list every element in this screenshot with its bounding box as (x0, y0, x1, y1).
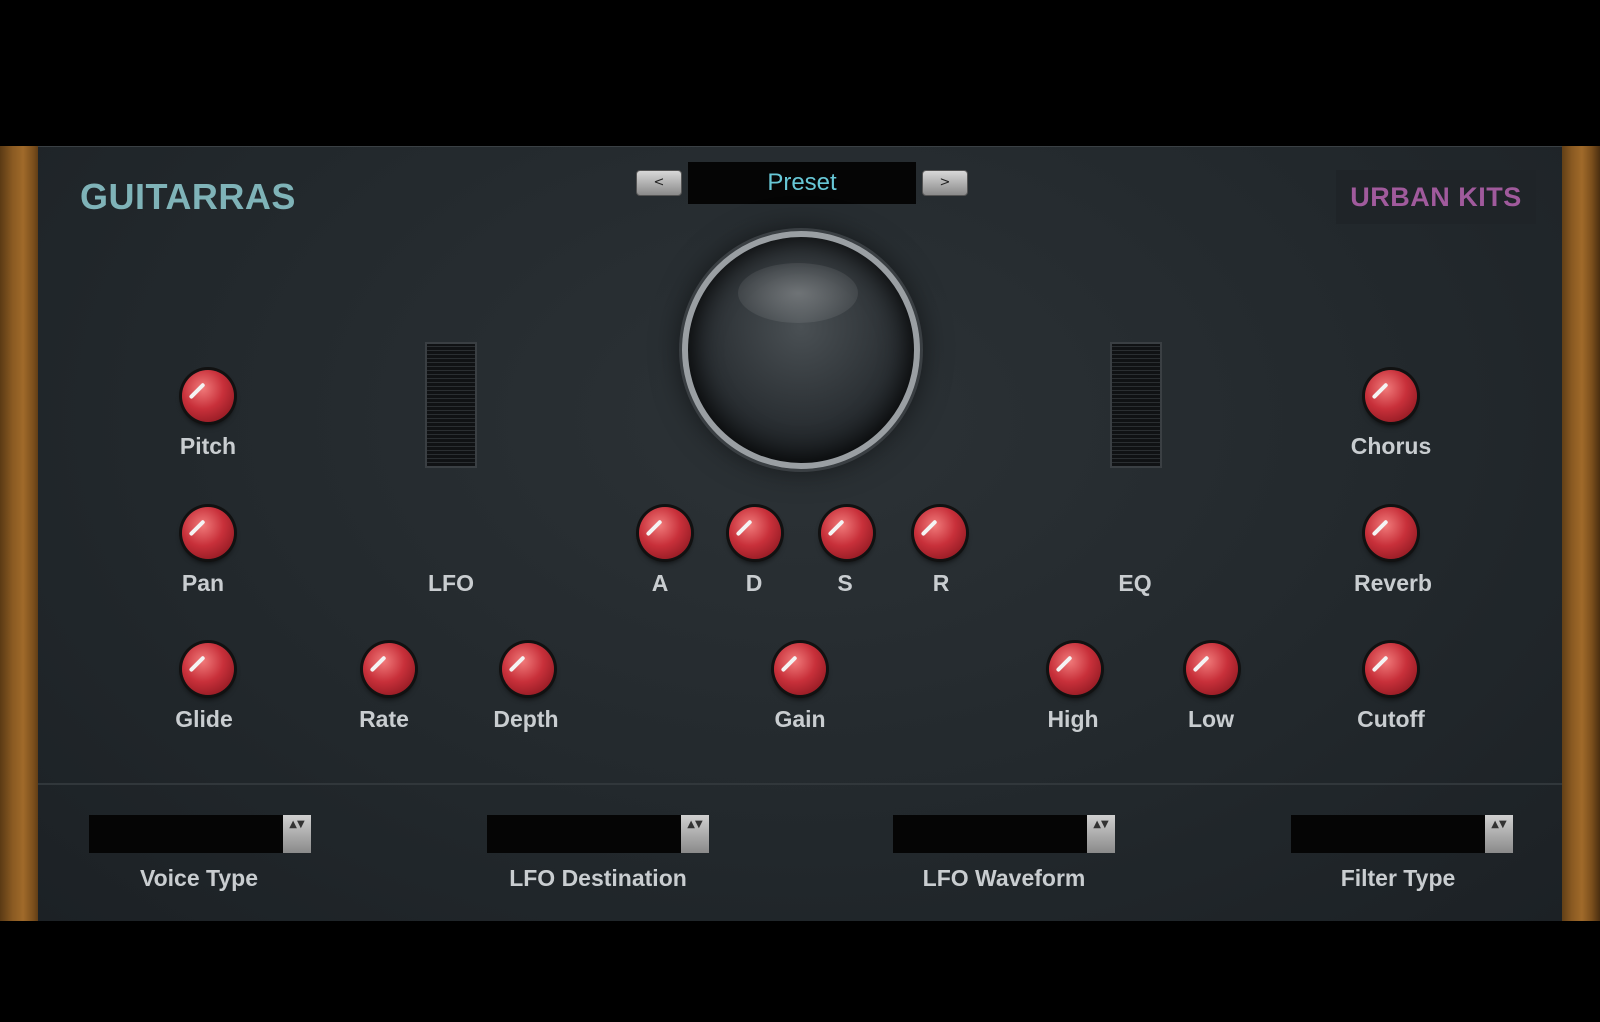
voice-type-label: Voice Type (139, 865, 259, 891)
release-label: R (932, 570, 950, 596)
brand-logo: URBAN KITS (1336, 170, 1536, 224)
cutoff-label: Cutoff (1357, 706, 1425, 732)
lfo-waveform-label: LFO Waveform (922, 865, 1086, 891)
pitch-knob[interactable] (182, 370, 234, 422)
select-arrows-icon[interactable]: ▲▼ (1485, 815, 1513, 853)
eq-low-knob[interactable] (1186, 643, 1238, 695)
eq-high-knob[interactable] (1049, 643, 1101, 695)
reverb-knob[interactable] (1365, 507, 1417, 559)
filter-type-label: Filter Type (1340, 865, 1456, 891)
master-orb-knob[interactable] (682, 231, 920, 469)
lfo-depth-label: Depth (493, 706, 559, 732)
reverb-label: Reverb (1354, 570, 1432, 596)
select-arrows-icon[interactable]: ▲▼ (1087, 815, 1115, 853)
pitch-label: Pitch (179, 433, 237, 459)
lfo-section-label: LFO (428, 570, 474, 596)
wood-side-left (0, 146, 42, 921)
release-knob[interactable] (914, 507, 966, 559)
eq-high-label: High (1047, 706, 1099, 732)
preset-display[interactable]: Preset (688, 162, 916, 204)
chorus-label: Chorus (1350, 433, 1432, 459)
glide-knob[interactable] (182, 643, 234, 695)
eq-section-label: EQ (1118, 570, 1152, 596)
lfo-rate-knob[interactable] (363, 643, 415, 695)
lfo-waveform-select[interactable]: ▲▼ (893, 815, 1115, 853)
lfo-destination-label: LFO Destination (509, 865, 687, 891)
voice-type-select[interactable]: ▲▼ (89, 815, 311, 853)
preset-next-button[interactable]: > (922, 170, 968, 196)
eq-slider[interactable] (1110, 342, 1162, 468)
lfo-slider[interactable] (425, 342, 477, 468)
chorus-knob[interactable] (1365, 370, 1417, 422)
lfo-depth-knob[interactable] (502, 643, 554, 695)
pan-label: Pan (181, 570, 225, 596)
filter-type-select[interactable]: ▲▼ (1291, 815, 1513, 853)
gain-label: Gain (774, 706, 826, 732)
select-arrows-icon[interactable]: ▲▼ (681, 815, 709, 853)
glide-label: Glide (175, 706, 233, 732)
cutoff-knob[interactable] (1365, 643, 1417, 695)
sustain-knob[interactable] (821, 507, 873, 559)
attack-knob[interactable] (639, 507, 691, 559)
pan-knob[interactable] (182, 507, 234, 559)
instrument-title: GUITARRAS (80, 176, 296, 217)
eq-low-label: Low (1188, 706, 1234, 732)
preset-prev-button[interactable]: < (636, 170, 682, 196)
decay-knob[interactable] (729, 507, 781, 559)
lfo-rate-label: Rate (359, 706, 409, 732)
select-arrows-icon[interactable]: ▲▼ (283, 815, 311, 853)
section-divider (38, 783, 1562, 785)
lfo-destination-select[interactable]: ▲▼ (487, 815, 709, 853)
wood-side-right (1560, 146, 1600, 921)
gain-knob[interactable] (774, 643, 826, 695)
